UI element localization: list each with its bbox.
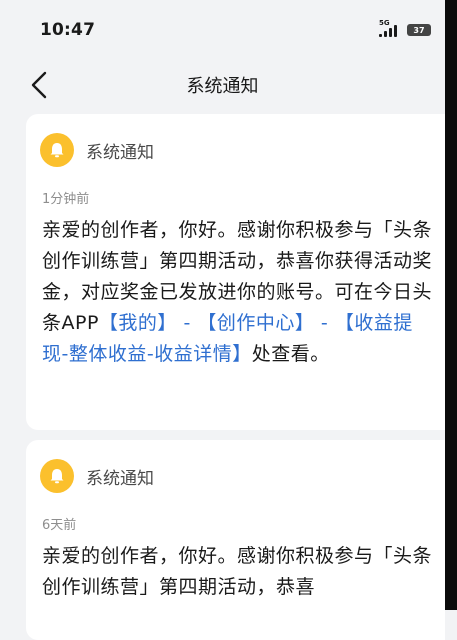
notification-sender: 系统通知: [86, 142, 154, 163]
link-creator-center[interactable]: 【创作中心】: [197, 312, 314, 334]
screen-edge: [445, 0, 457, 610]
link-separator: -: [314, 312, 335, 334]
notification-sender: 系统通知: [86, 468, 154, 489]
link-separator: -: [176, 312, 198, 334]
notification-card[interactable]: 系统通知 1分钟前 亲爱的创作者，你好。感谢你积极参与「头条创作训练营」第四期活…: [26, 114, 445, 430]
notification-body: 亲爱的创作者，你好。感谢你积极参与「头条创作训练营」第四期活动，恭喜: [26, 533, 445, 603]
notification-time: 1分钟前: [42, 192, 90, 207]
nav-bar: 系统通知: [0, 60, 445, 110]
signal-icon: 5G: [379, 19, 401, 37]
status-bar: 10:47 5G 37: [0, 0, 445, 60]
back-button[interactable]: [30, 70, 56, 100]
notification-text: 亲爱的创作者，你好。感谢你积极参与「头条创作训练营」第四期活动，恭喜: [42, 545, 433, 598]
card-header: 系统通知: [26, 114, 445, 170]
bell-icon: [40, 459, 74, 493]
page-title: 系统通知: [186, 76, 259, 97]
status-time: 10:47: [40, 20, 96, 40]
link-my[interactable]: 【我的】: [99, 312, 177, 334]
notification-text-end: 处查看。: [251, 343, 330, 365]
notification-card[interactable]: 系统通知 6天前 亲爱的创作者，你好。感谢你积极参与「头条创作训练营」第四期活动…: [26, 440, 445, 640]
battery-level: 37: [413, 25, 425, 35]
back-arrow-icon: [31, 71, 47, 99]
notification-time: 6天前: [42, 518, 77, 533]
status-icons: 5G 37: [379, 19, 431, 37]
notification-body: 亲爱的创作者，你好。感谢你积极参与「头条创作训练营」第四期活动，恭喜你获得活动奖…: [26, 207, 445, 370]
bell-icon: [40, 133, 74, 167]
card-header: 系统通知: [26, 440, 445, 496]
battery-icon: 37: [407, 24, 431, 36]
